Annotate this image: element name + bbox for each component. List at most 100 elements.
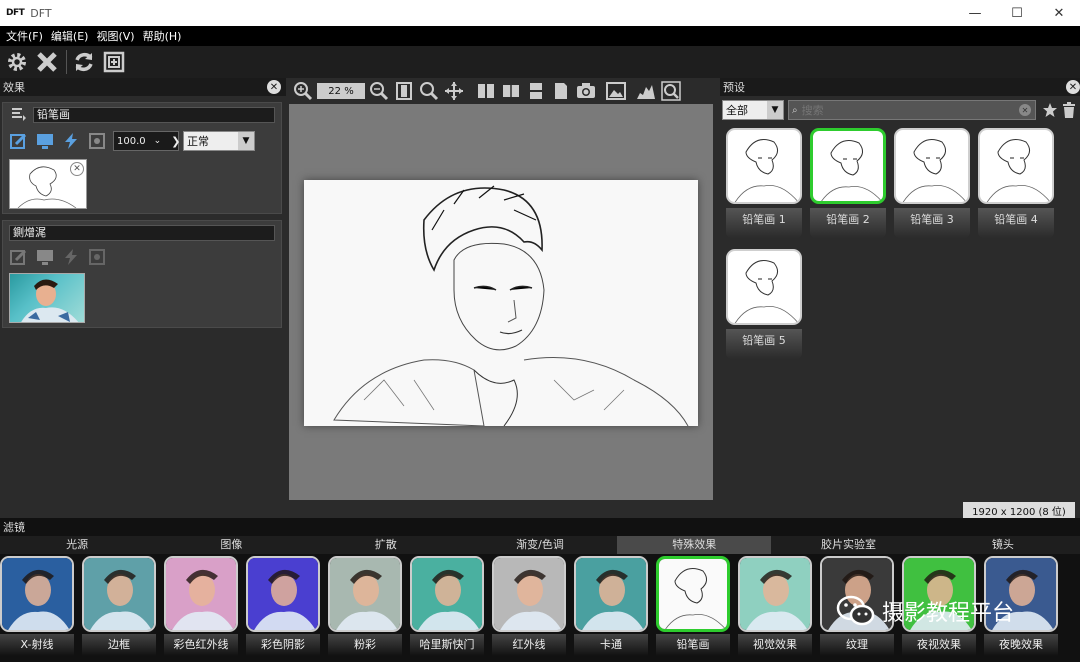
single-view-icon[interactable] xyxy=(550,80,572,102)
edit-effect-icon[interactable] xyxy=(9,131,29,151)
menu-help[interactable]: 帮助(H) xyxy=(143,28,182,44)
chevron-down-icon[interactable]: ▼ xyxy=(767,101,783,119)
blend-mode-select[interactable]: 正常 ▼ xyxy=(183,131,255,151)
canvas-image[interactable] xyxy=(304,180,698,426)
effect-mask-thumbnail[interactable]: ✕ xyxy=(9,159,87,209)
effects-panel-close-icon[interactable]: ✕ xyxy=(267,80,281,94)
preset-search-input[interactable] xyxy=(801,103,1002,117)
preset-thumbnail[interactable] xyxy=(978,128,1054,204)
filter-thumbnail[interactable] xyxy=(492,556,566,632)
filter-item[interactable]: 粉彩 xyxy=(328,556,402,662)
mask-icon[interactable] xyxy=(87,131,107,151)
presets-panel-title: 预设 xyxy=(723,81,745,94)
fit-screen-icon[interactable] xyxy=(101,49,127,75)
close-window-button[interactable]: ✕ xyxy=(1038,0,1080,26)
filter-label: 视觉效果 xyxy=(738,634,812,656)
zoom-in-icon[interactable] xyxy=(292,80,314,102)
zoom-level[interactable]: 22 % xyxy=(317,83,365,99)
preset-label: 铅笔画 3 xyxy=(894,208,970,238)
star-icon[interactable] xyxy=(1042,102,1058,121)
preset-thumbnail[interactable] xyxy=(810,128,886,204)
minimize-button[interactable]: — xyxy=(954,0,996,26)
filter-item[interactable]: X-射线 xyxy=(0,556,74,662)
lightning-icon[interactable] xyxy=(61,131,81,151)
split-compare-icon[interactable] xyxy=(500,80,522,102)
filter-thumbnail[interactable] xyxy=(328,556,402,632)
filter-item[interactable]: 卡通 xyxy=(574,556,648,662)
close-icon[interactable] xyxy=(34,49,60,75)
presets-panel-header: 预设 xyxy=(720,78,1080,96)
filter-thumbnail[interactable] xyxy=(738,556,812,632)
preset-item[interactable]: 铅笔画 3 xyxy=(894,128,970,238)
filter-category-tab[interactable]: 胶片实验室 xyxy=(771,536,925,554)
filter-item[interactable]: 哈里斯快门 xyxy=(410,556,484,662)
filter-category-tab[interactable]: 渐变/色调 xyxy=(463,536,617,554)
original-image-thumbnail[interactable] xyxy=(9,273,85,323)
opacity-stepper-icon[interactable]: ⌄ xyxy=(154,136,162,146)
layer2-name-field[interactable]: 鍘熷浘 xyxy=(9,225,275,241)
histogram-icon[interactable] xyxy=(635,80,657,102)
refresh-icon[interactable] xyxy=(71,49,97,75)
canvas-toolbar: 22 % xyxy=(289,78,713,104)
blend-mode-value: 正常 xyxy=(187,135,209,148)
filter-category-tab[interactable]: 扩散 xyxy=(309,536,463,554)
presets-panel-close-icon[interactable]: ✕ xyxy=(1066,80,1080,94)
preset-thumbnail[interactable] xyxy=(726,128,802,204)
chevron-down-icon[interactable]: ▼ xyxy=(238,132,254,150)
zoom-out-icon[interactable] xyxy=(368,80,390,102)
mask-icon-disabled xyxy=(87,247,107,267)
loupe-icon[interactable] xyxy=(660,80,682,102)
filter-label: 铅笔画 xyxy=(656,634,730,656)
filter-item[interactable]: 彩色红外线 xyxy=(164,556,238,662)
chevron-right-icon[interactable]: ❯ xyxy=(171,135,180,148)
menu-bar: 文件(F) 编辑(E) 视图(V) 帮助(H) xyxy=(0,26,1080,46)
filter-item[interactable]: 彩色阴影 xyxy=(246,556,320,662)
monitor-icon[interactable] xyxy=(35,131,55,151)
filter-category-tab[interactable]: 镜头 xyxy=(926,536,1080,554)
filter-thumbnail[interactable] xyxy=(164,556,238,632)
preset-thumbnail[interactable] xyxy=(894,128,970,204)
search-icon[interactable] xyxy=(418,80,440,102)
menu-edit[interactable]: 编辑(E) xyxy=(51,28,89,44)
image-icon[interactable] xyxy=(605,80,627,102)
preset-thumbnail[interactable] xyxy=(726,249,802,325)
preset-item[interactable]: 铅笔画 2 xyxy=(810,128,886,238)
preset-filter-select[interactable]: 全部 ▼ xyxy=(722,100,784,120)
layer-name-field[interactable]: 铅笔画 xyxy=(33,107,275,123)
camera-icon[interactable] xyxy=(575,80,597,102)
move-icon[interactable] xyxy=(443,80,465,102)
maximize-button[interactable]: ☐ xyxy=(996,0,1038,26)
remove-mask-icon[interactable]: ✕ xyxy=(70,162,84,176)
clear-search-icon[interactable]: ✕ xyxy=(1019,104,1031,116)
filter-category-tab[interactable]: 特殊效果 xyxy=(617,536,772,554)
split-horizontal-icon[interactable] xyxy=(525,80,547,102)
filter-thumbnail[interactable] xyxy=(246,556,320,632)
filter-item[interactable]: 铅笔画 xyxy=(656,556,730,662)
fit-height-icon[interactable] xyxy=(393,80,415,102)
filter-item[interactable]: 红外线 xyxy=(492,556,566,662)
filter-category-tab[interactable]: 图像 xyxy=(154,536,308,554)
filter-item[interactable]: 视觉效果 xyxy=(738,556,812,662)
layer-menu-icon[interactable] xyxy=(11,107,27,124)
preset-item[interactable]: 铅笔画 4 xyxy=(978,128,1054,238)
gear-icon[interactable] xyxy=(4,49,30,75)
effect-layer-original[interactable]: 鍘熷浘 xyxy=(2,220,282,328)
effect-layer-pencil[interactable]: 铅笔画 100.0 ⌄ ❯ 正常 ▼ ✕ xyxy=(2,102,282,214)
menu-file[interactable]: 文件(F) xyxy=(6,28,43,44)
split-vertical-icon[interactable] xyxy=(475,80,497,102)
filter-thumbnail[interactable] xyxy=(82,556,156,632)
filter-thumbnail[interactable] xyxy=(410,556,484,632)
filter-item[interactable]: 边框 xyxy=(82,556,156,662)
preset-item[interactable]: 铅笔画 1 xyxy=(726,128,802,238)
opacity-input[interactable]: 100.0 ⌄ ❯ xyxy=(113,131,180,151)
filter-label: X-射线 xyxy=(0,634,74,656)
preset-item[interactable]: 铅笔画 5 xyxy=(726,249,802,359)
menu-view[interactable]: 视图(V) xyxy=(96,28,134,44)
filter-category-tab[interactable]: 光源 xyxy=(0,536,154,554)
filter-thumbnail[interactable] xyxy=(656,556,730,632)
filter-thumbnail[interactable] xyxy=(0,556,74,632)
preset-search-field[interactable]: ⌕ ✕ xyxy=(788,100,1036,120)
trash-icon[interactable] xyxy=(1062,102,1076,121)
filter-thumbnail[interactable] xyxy=(574,556,648,632)
filter-label: 哈里斯快门 xyxy=(410,634,484,656)
